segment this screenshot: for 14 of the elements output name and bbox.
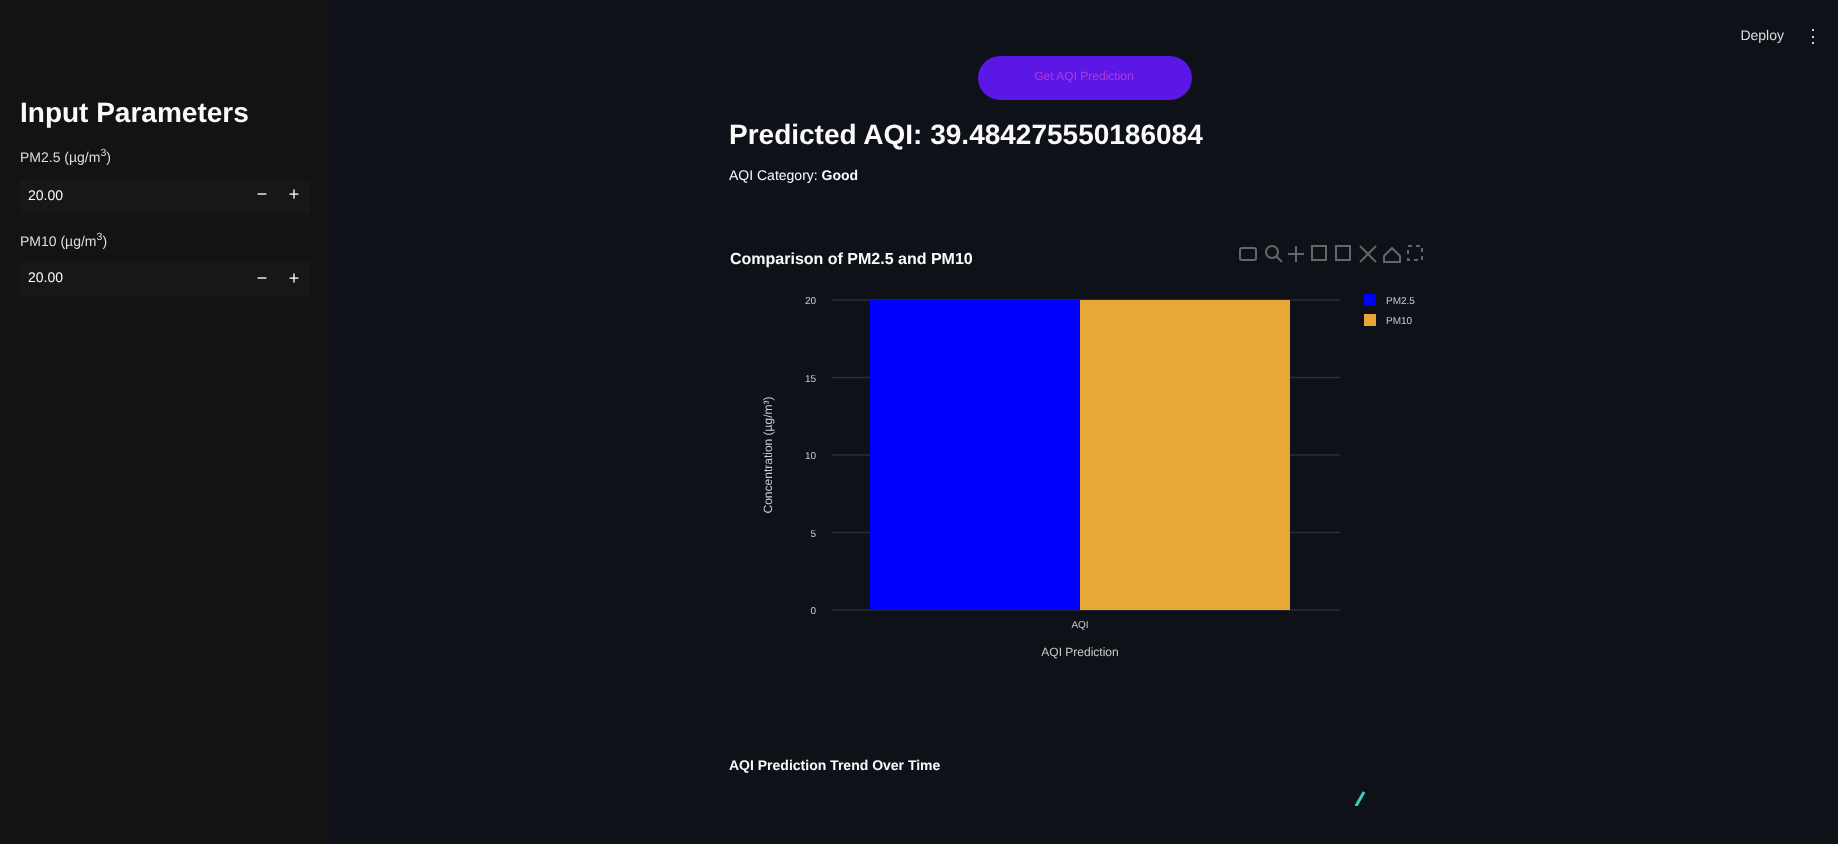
crosshair-icon[interactable] <box>1286 244 1304 262</box>
predicted-aqi-heading: Predicted AQI: 39.484275550186084 <box>729 116 1205 154</box>
increment-button[interactable]: + <box>278 179 310 213</box>
home-icon[interactable] <box>1382 245 1400 262</box>
chart-title: Comparison of PM2.5 and PM10 <box>729 249 972 267</box>
main-menu-button[interactable]: ⋮ <box>1804 24 1822 51</box>
zoom-icon[interactable] <box>1264 244 1282 262</box>
decrement-button[interactable]: − <box>246 262 278 296</box>
expand-icon[interactable] <box>1406 244 1422 260</box>
decrement-button[interactable]: − <box>246 179 278 213</box>
trend-line-fragment <box>1353 790 1365 806</box>
cross-icon[interactable] <box>1358 244 1376 262</box>
increment-button[interactable]: + <box>278 262 310 296</box>
sidebar-title: Input Parameters <box>20 94 251 132</box>
